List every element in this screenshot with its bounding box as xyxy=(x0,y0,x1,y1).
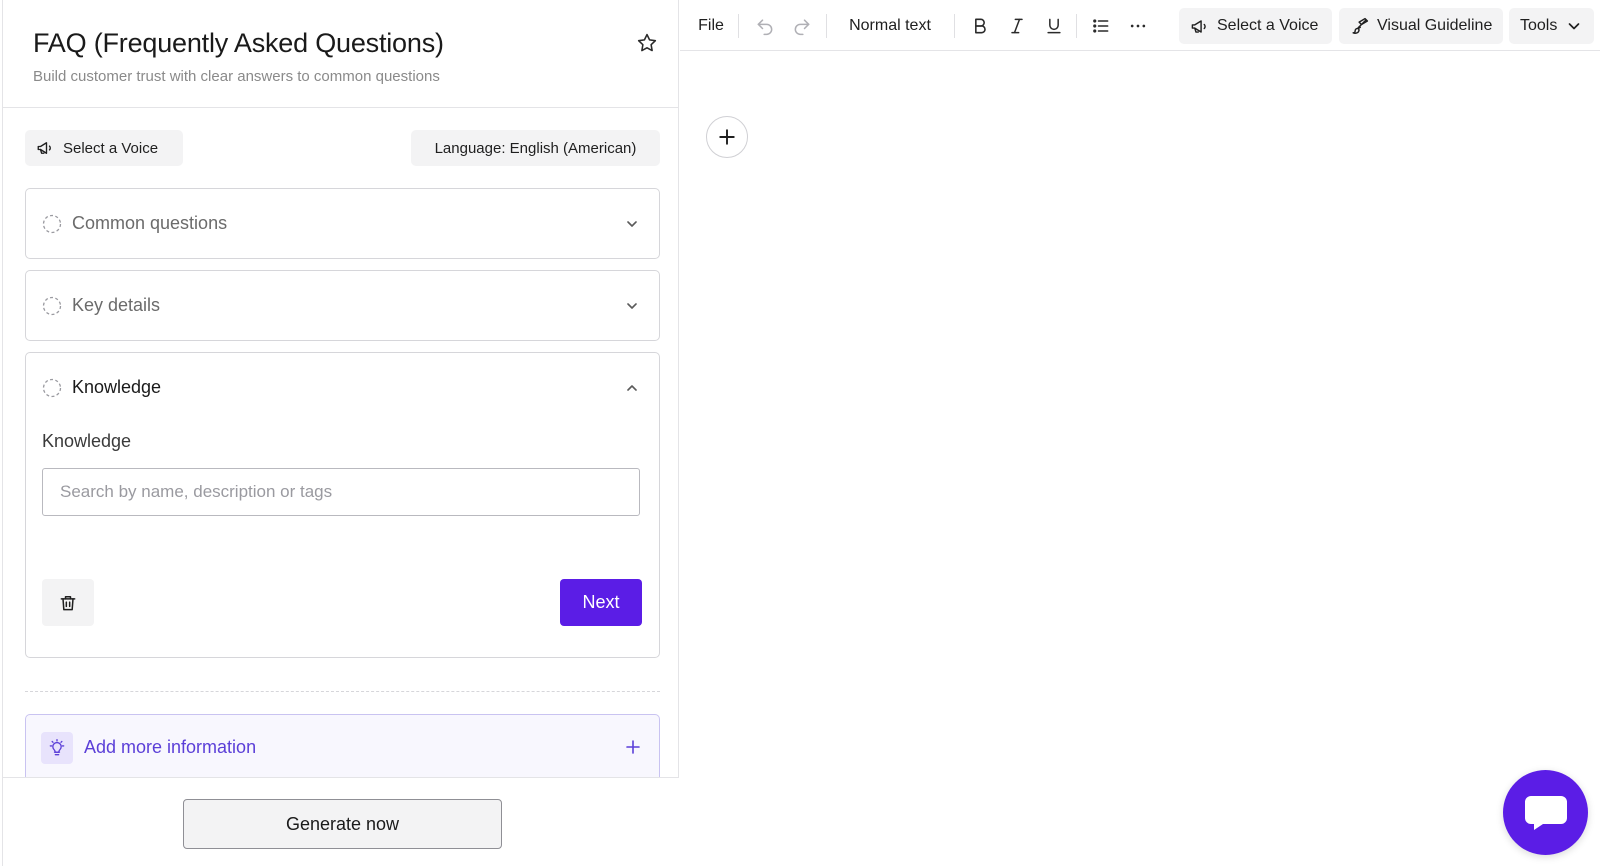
section-common-questions-header[interactable]: Common questions xyxy=(26,189,659,259)
underline-icon xyxy=(1047,18,1061,33)
italic-button[interactable] xyxy=(1000,0,1034,51)
tools-label: Tools xyxy=(1520,17,1558,34)
add-more-information-button[interactable]: Add more information xyxy=(25,714,660,778)
tools-dropdown[interactable]: Tools xyxy=(1509,8,1594,44)
dashed-circle-icon xyxy=(42,378,62,398)
more-horizontal-icon xyxy=(1130,24,1146,27)
section-common-questions: Common questions xyxy=(25,188,660,259)
megaphone-icon xyxy=(1191,19,1206,33)
toolbar-divider xyxy=(826,14,827,38)
section-label: Key details xyxy=(72,295,161,315)
bullet-list-button[interactable] xyxy=(1084,0,1118,51)
undo-button[interactable] xyxy=(749,0,781,51)
add-block-button[interactable] xyxy=(706,116,748,158)
language-label: Language: English (American) xyxy=(434,139,637,157)
chevron-up-icon xyxy=(627,385,637,391)
star-icon xyxy=(637,33,657,52)
paintbrush-icon xyxy=(1352,17,1369,34)
section-divider xyxy=(25,691,660,692)
generate-now-button[interactable]: Generate now xyxy=(183,799,502,849)
toolbar-divider xyxy=(1076,14,1077,38)
file-menu-label: File xyxy=(698,16,724,34)
chat-support-button[interactable] xyxy=(1503,770,1588,855)
chat-icon xyxy=(1524,795,1567,830)
chevron-down-icon xyxy=(627,303,637,309)
visual-guideline-button[interactable]: Visual Guideline xyxy=(1339,8,1503,44)
italic-icon xyxy=(1011,18,1023,33)
next-button[interactable]: Next xyxy=(560,579,642,626)
redo-icon xyxy=(794,18,810,35)
page-subtitle: Build customer trust with clear answers … xyxy=(33,68,440,85)
plus-icon xyxy=(626,740,640,754)
undo-icon xyxy=(757,18,773,35)
toolbar-divider xyxy=(738,14,739,38)
section-knowledge: Knowledge Knowledge Next xyxy=(25,352,660,658)
visual-guideline-label: Visual Guideline xyxy=(1377,17,1493,34)
underline-button[interactable] xyxy=(1037,0,1071,51)
text-style-dropdown[interactable]: Normal text xyxy=(842,0,938,51)
panel-header: FAQ (Frequently Asked Questions) Build c… xyxy=(3,0,679,108)
toolbar-select-voice-label: Select a Voice xyxy=(1217,17,1319,34)
toolbar-select-voice-button[interactable]: Select a Voice xyxy=(1179,8,1332,44)
select-voice-label: Select a Voice xyxy=(63,139,159,157)
megaphone-icon xyxy=(37,142,51,154)
section-key-details: Key details xyxy=(25,270,660,341)
editor-toolbar: File Normal text Select a Voice Visual G… xyxy=(680,0,1600,51)
panel-footer: Generate now xyxy=(3,777,679,866)
add-more-information-label: Add more information xyxy=(84,737,257,757)
left-panel: FAQ (Frequently Asked Questions) Build c… xyxy=(2,0,679,866)
section-key-details-header[interactable]: Key details xyxy=(26,271,659,341)
language-selector[interactable]: Language: English (American) xyxy=(411,130,660,166)
plus-icon xyxy=(719,129,735,145)
knowledge-field-label: Knowledge xyxy=(42,431,132,451)
bold-button[interactable] xyxy=(963,0,997,51)
toolbar-divider xyxy=(954,14,955,38)
select-voice-button[interactable]: Select a Voice xyxy=(25,130,183,166)
page-title: FAQ (Frequently Asked Questions) xyxy=(33,28,444,58)
bullet-list-icon xyxy=(1093,18,1109,33)
delete-button[interactable] xyxy=(42,579,94,626)
lightbulb-icon xyxy=(49,739,65,756)
knowledge-search-input[interactable] xyxy=(42,468,640,516)
bulb-badge xyxy=(41,732,73,764)
more-options-button[interactable] xyxy=(1121,0,1155,51)
bold-icon xyxy=(975,18,986,33)
trash-icon xyxy=(60,595,76,610)
favorite-button[interactable] xyxy=(636,32,660,56)
dashed-circle-icon xyxy=(42,296,62,316)
chevron-down-icon xyxy=(627,221,637,227)
redo-button[interactable] xyxy=(786,0,818,51)
chevron-down-icon xyxy=(1569,23,1580,30)
section-knowledge-header[interactable]: Knowledge xyxy=(26,353,659,423)
dashed-circle-icon xyxy=(42,214,62,234)
text-style-label: Normal text xyxy=(849,16,931,34)
section-label: Knowledge xyxy=(72,377,162,397)
file-menu[interactable]: File xyxy=(694,0,728,51)
section-label: Common questions xyxy=(72,213,228,233)
